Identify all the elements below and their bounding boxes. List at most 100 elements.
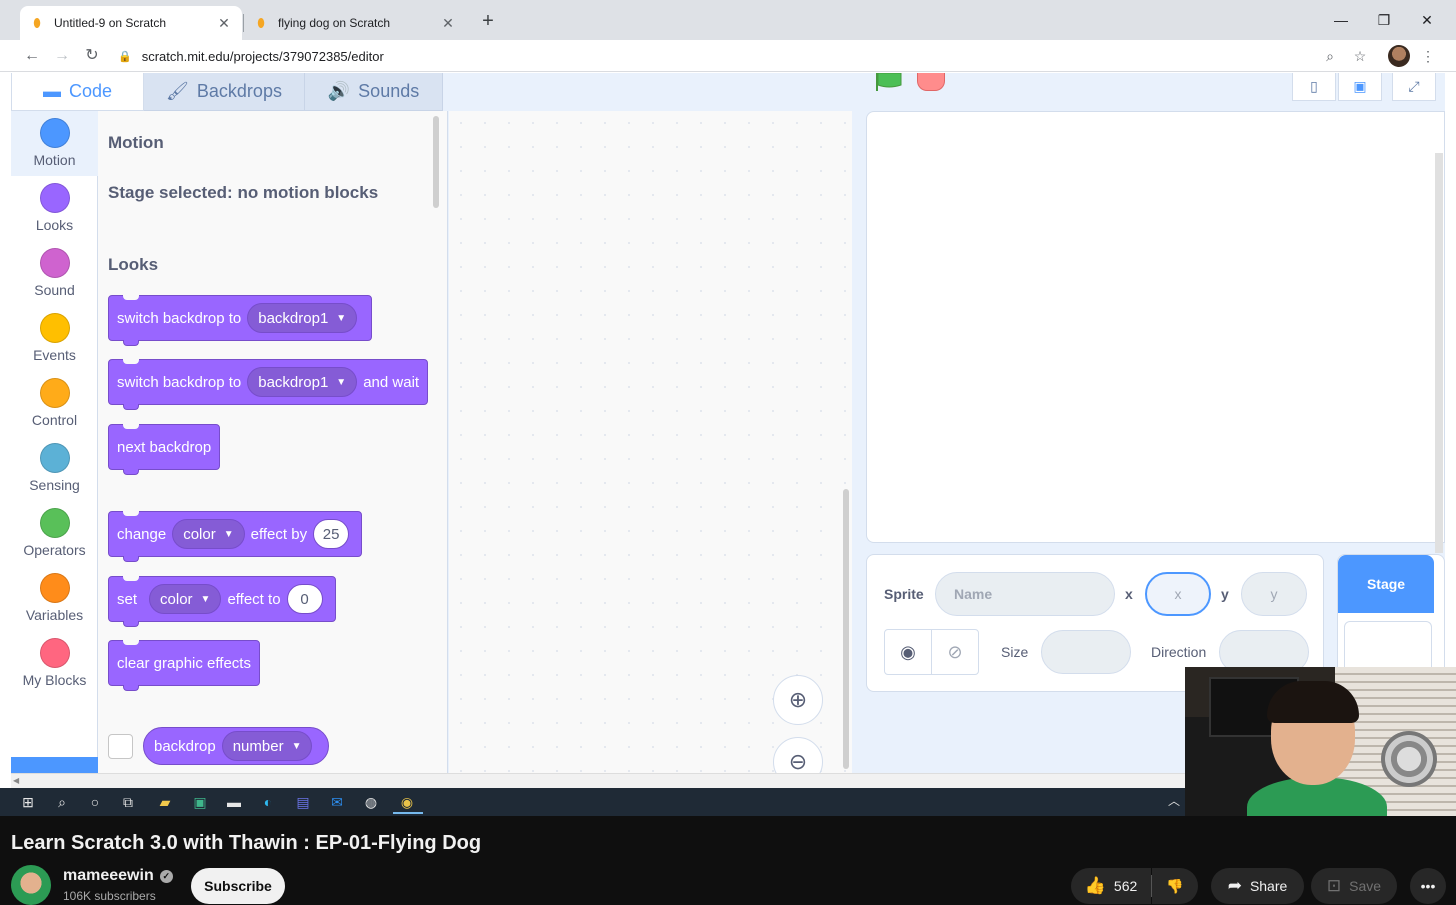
zoom-out-button[interactable]: ⊖ — [773, 737, 823, 773]
backdrop-dropdown[interactable]: backdrop1 ▼ — [247, 367, 358, 397]
task-view-icon[interactable]: ⧉ — [118, 792, 138, 812]
browser-tab-bar: ⬮ Untitled-9 on Scratch ✕ ⬮ flying dog o… — [0, 0, 1456, 40]
category-my-blocks[interactable]: My Blocks — [11, 631, 98, 696]
category-looks[interactable]: Looks — [11, 176, 98, 241]
tab-sounds[interactable]: 🔊 Sounds — [305, 73, 443, 111]
sprite-name-input[interactable]: Name — [935, 572, 1115, 616]
browser-tab-untitled[interactable]: ⬮ Untitled-9 on Scratch ✕ — [20, 6, 242, 40]
x-label: x — [1125, 586, 1133, 602]
block-backdrop-reporter[interactable]: backdrop number ▼ — [143, 727, 330, 765]
cortana-icon[interactable]: ○ — [85, 792, 105, 812]
restore-button[interactable]: ❐ — [1369, 8, 1399, 32]
fullscreen-button[interactable]: ⤢ — [1392, 73, 1436, 101]
extension-button[interactable] — [11, 757, 98, 773]
block-switch-backdrop[interactable]: switch backdrop to backdrop1 ▼ — [108, 295, 373, 346]
block-palette: Motion Stage selected: no motion blocks … — [98, 111, 448, 773]
stage-canvas[interactable] — [866, 111, 1445, 543]
normal-stage-button[interactable]: ▣ — [1338, 73, 1382, 101]
block-text: next backdrop — [117, 438, 212, 456]
effect-dropdown[interactable]: color ▼ — [149, 584, 222, 614]
channel-avatar[interactable] — [11, 865, 51, 905]
block-set-effect[interactable]: set color ▼ effect to 0 — [108, 576, 336, 627]
stage-scrollbar[interactable] — [1435, 153, 1443, 553]
share-arrow-icon: ➦ — [1227, 876, 1242, 895]
more-horizontal-icon: ••• — [1420, 878, 1436, 894]
forward-button[interactable]: → — [50, 44, 74, 68]
chevron-down-icon: ▼ — [336, 376, 347, 388]
block-next-backdrop[interactable]: next backdrop — [108, 424, 221, 475]
category-variables[interactable]: Variables — [11, 566, 98, 631]
backdrop-dropdown[interactable]: backdrop1 ▼ — [247, 303, 358, 333]
x-position-input[interactable]: x — [1145, 572, 1211, 616]
palette-scrollbar[interactable] — [433, 116, 439, 208]
block-switch-backdrop-and-wait[interactable]: switch backdrop to backdrop1 ▼ and wait — [108, 359, 429, 410]
workspace-scrollbar[interactable] — [843, 489, 849, 769]
new-tab-button[interactable]: + — [478, 10, 498, 34]
video-player[interactable]: ⬮ Untitled-9 on Scratch ✕ ⬮ flying dog o… — [0, 0, 1456, 816]
x-placeholder: x — [1174, 586, 1182, 602]
search-icon[interactable]: ⌕ — [52, 792, 72, 812]
lock-icon: 🔒 — [118, 50, 132, 63]
tab-backdrops[interactable]: 🖌 Backdrops — [144, 73, 305, 111]
effect-dropdown[interactable]: color ▼ — [172, 519, 245, 549]
save-button[interactable]: ⊡ Save — [1311, 868, 1397, 904]
size-label: Size — [1001, 644, 1029, 660]
terminal-icon[interactable]: ▬ — [224, 792, 244, 812]
teams-icon[interactable]: ▤ — [293, 792, 313, 812]
like-button[interactable]: 👍 562 — [1071, 868, 1151, 904]
category-operators[interactable]: Operators — [11, 501, 98, 566]
zoom-in-button[interactable]: ⊕ — [773, 675, 823, 725]
y-position-input[interactable]: y — [1241, 572, 1307, 616]
category-events[interactable]: Events — [11, 306, 98, 371]
close-tab-icon[interactable]: ✕ — [440, 15, 456, 31]
browser-menu-icon[interactable]: ⋮ — [1416, 44, 1440, 68]
store-icon[interactable]: ▣ — [190, 792, 210, 812]
control-category-icon — [39, 378, 70, 408]
back-button[interactable]: ← — [20, 44, 44, 68]
no-motion-note: Stage selected: no motion blocks — [108, 183, 379, 202]
code-workspace[interactable]: ⊕ ⊖ — [449, 111, 852, 773]
hide-sprite-button[interactable]: ⊘ — [931, 629, 979, 675]
subscribe-button[interactable]: Subscribe — [191, 868, 285, 904]
browser-tab-flying-dog[interactable]: ⬮ flying dog on Scratch ✕ — [244, 6, 466, 40]
green-flag-icon[interactable] — [873, 73, 903, 91]
block-clear-graphic-effects[interactable]: clear graphic effects — [108, 640, 260, 691]
video-title: Learn Scratch 3.0 with Thawin : EP-01-Fl… — [11, 832, 482, 854]
windows-start-icon[interactable]: ⊞ — [18, 792, 38, 812]
close-tab-icon[interactable]: ✕ — [216, 15, 232, 31]
effect-value-input[interactable]: 0 — [286, 584, 323, 614]
file-explorer-icon[interactable]: ▰ — [155, 792, 175, 812]
profile-avatar[interactable] — [1388, 45, 1410, 67]
category-sensing[interactable]: Sensing — [11, 436, 98, 501]
tab-code[interactable]: ▬ Code — [11, 73, 144, 111]
stop-button[interactable] — [917, 73, 945, 91]
dislike-button[interactable]: 👎 — [1152, 868, 1198, 904]
channel-name[interactable]: mameeewin ✓ — [63, 867, 173, 885]
app-icon[interactable]: ◍ — [361, 792, 381, 812]
close-window-button[interactable]: ✕ — [1412, 8, 1442, 32]
chrome-icon[interactable]: ◉ — [397, 792, 417, 812]
category-motion[interactable]: Motion — [11, 111, 98, 176]
backdrop-attribute-dropdown[interactable]: number ▼ — [221, 731, 313, 761]
small-stage-button[interactable]: ▯ — [1292, 73, 1336, 101]
bookmark-star-icon[interactable]: ☆ — [1348, 44, 1372, 68]
show-sprite-button[interactable]: ◉ — [884, 629, 932, 675]
category-sound[interactable]: Sound — [11, 241, 98, 306]
more-actions-button[interactable]: ••• — [1410, 868, 1446, 904]
url-field[interactable]: 🔒 scratch.mit.edu/projects/379072385/edi… — [118, 44, 1388, 68]
block-change-effect[interactable]: change color ▼ effect by 25 — [108, 511, 363, 562]
scroll-left-icon[interactable]: ◀ — [13, 776, 19, 785]
zoom-icon[interactable]: ⌕ — [1318, 44, 1342, 68]
edge-icon[interactable]: ◐ — [258, 792, 278, 812]
chevron-down-icon: ▼ — [336, 312, 347, 324]
size-input[interactable] — [1041, 630, 1131, 674]
category-control[interactable]: Control — [11, 371, 98, 436]
sensing-category-icon — [39, 443, 70, 473]
mail-icon[interactable]: ✉ — [327, 792, 347, 812]
share-button[interactable]: ➦ Share — [1211, 868, 1304, 904]
minimize-button[interactable]: — — [1326, 8, 1356, 32]
effect-value-input[interactable]: 25 — [313, 519, 350, 549]
system-tray-chevron-icon[interactable]: ︿ — [1168, 792, 1180, 809]
backdrop-monitor-checkbox[interactable] — [108, 734, 133, 759]
reload-button[interactable]: ↻ — [80, 44, 104, 68]
